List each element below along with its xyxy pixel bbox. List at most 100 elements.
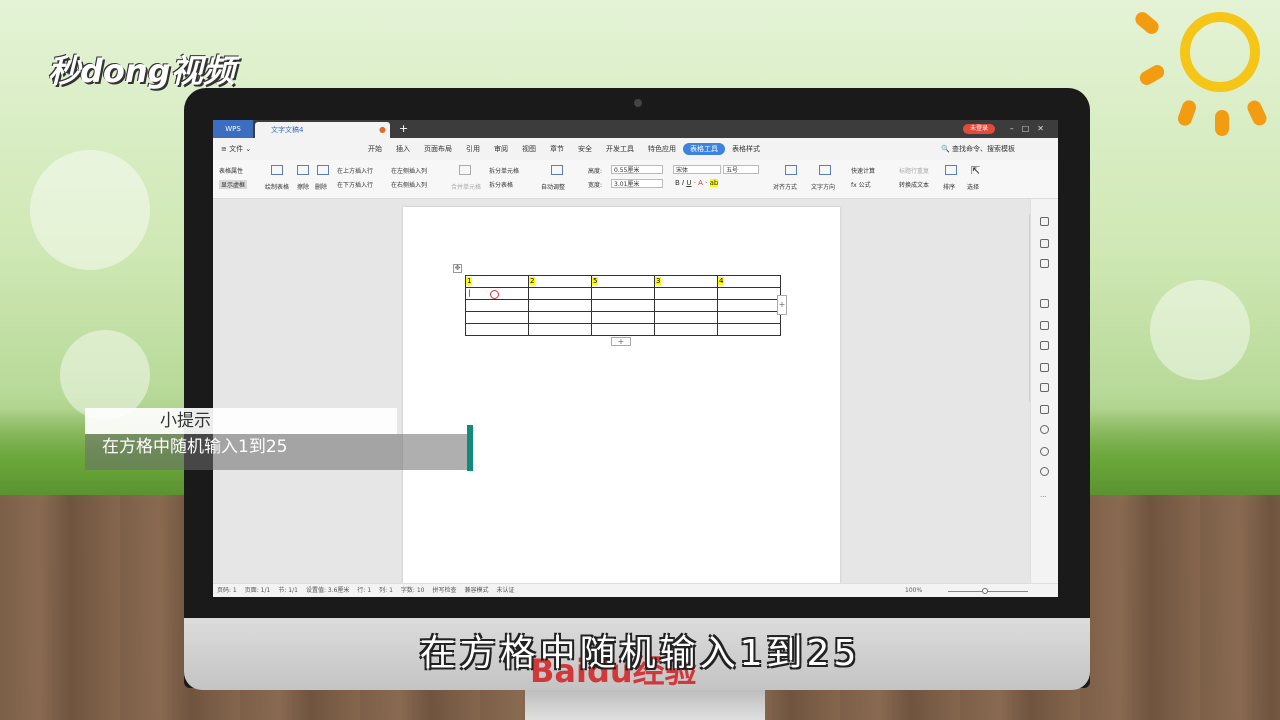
table-cell[interactable]: 5 [591,275,655,288]
font-size-select[interactable]: 五号 [723,165,759,174]
document-page[interactable]: ✥ 1 2 5 3 4 | + + [403,207,840,587]
font-name-select[interactable]: 宋体 [673,165,721,174]
split-cells-button[interactable]: 拆分单元格 [489,166,519,175]
table-properties-button[interactable]: 表格属性 [219,166,243,175]
status-items: 页码: 1 页面: 1/1 节: 1/1 设置值: 3.6厘米 行: 1 列: … [217,584,515,597]
table-cell[interactable] [654,323,718,336]
more-icon[interactable]: ··· [1040,494,1049,504]
login-button[interactable]: 未登录 [963,124,995,134]
table-cell[interactable]: 4 [717,275,781,288]
pointer-icon[interactable] [1040,239,1049,248]
new-tab-button[interactable]: + [399,120,408,138]
title-repeat-button[interactable]: 标题行重复 [899,166,929,175]
close-tab-icon[interactable]: ● [379,122,386,138]
split-table-button[interactable]: 拆分表格 [489,180,513,189]
quick-calc-button[interactable]: 快速计算 [851,166,875,175]
wps-home-tab[interactable]: WPS [213,120,253,138]
tab-features[interactable]: 特色应用 [641,138,683,160]
tab-developer[interactable]: 开发工具 [599,138,641,160]
table-cell[interactable]: 2 [528,275,592,288]
table-move-handle[interactable]: ✥ [453,264,462,273]
sort-button[interactable]: 排序 [943,182,955,191]
tab-table-tools[interactable]: 表格工具 [683,143,725,155]
tab-review[interactable]: 审阅 [487,138,515,160]
tab-view[interactable]: 视图 [515,138,543,160]
table-cell[interactable] [591,287,655,300]
spell-check-button[interactable]: 拼写检查 [433,584,457,597]
delete-button[interactable]: 删除 [315,182,327,191]
table-cell[interactable] [465,311,529,324]
shape-icon[interactable] [1040,259,1049,268]
table-cell[interactable] [465,323,529,336]
erase-button[interactable]: 擦除 [297,182,309,191]
table-cell[interactable] [528,311,592,324]
show-gridlines-toggle[interactable]: 显示虚框 [219,180,248,189]
status-wordcount[interactable]: 字数: 10 [401,584,425,597]
table-cell[interactable] [528,287,592,300]
zoom-slider[interactable] [948,591,1028,592]
table-cell[interactable] [717,287,781,300]
tab-security[interactable]: 安全 [571,138,599,160]
file-menu[interactable]: ≡ 文件 ⌄ [221,138,251,160]
insert-above-button[interactable]: 在上方插入行 [337,166,373,175]
link-icon[interactable] [1040,363,1049,372]
delete-icon [317,165,329,175]
table-cell[interactable] [654,299,718,312]
zoom-level[interactable]: 100% [905,584,922,597]
auto-fit-button[interactable]: 自动调整 [541,182,565,191]
insert-left-button[interactable]: 在左侧插入列 [391,166,427,175]
add-row-button[interactable]: + [611,337,631,346]
height-label: 高度: [588,168,603,175]
tab-references[interactable]: 引用 [459,138,487,160]
draw-table-button[interactable]: 绘制表格 [265,182,289,191]
tab-insert[interactable]: 插入 [389,138,417,160]
formula-button[interactable]: fx 公式 [851,180,871,189]
table-cell[interactable] [591,299,655,312]
convert-to-text-button[interactable]: 转换成文本 [899,180,929,189]
table-cell[interactable] [591,311,655,324]
table-cell[interactable] [465,299,529,312]
tab-chapter[interactable]: 章节 [543,138,571,160]
tab-table-style[interactable]: 表格样式 [725,138,767,160]
edit-icon[interactable] [1040,217,1049,226]
history-icon[interactable] [1040,447,1049,456]
document-table[interactable]: 1 2 5 3 4 | [465,275,781,336]
help-icon[interactable] [1040,467,1049,476]
table-cell[interactable] [654,311,718,324]
document-icon[interactable] [1040,299,1049,308]
table-cell[interactable] [528,299,592,312]
width-label: 宽度: [588,182,603,189]
document-tab[interactable]: 文字文稿4 ● [255,122,390,138]
sun-ray [1215,110,1229,136]
table-cell[interactable] [717,311,781,324]
tab-page-layout[interactable]: 页面布局 [417,138,459,160]
backup-icon[interactable] [1040,425,1049,434]
merge-cells-button[interactable]: 合并单元格 [451,182,481,191]
table-cell[interactable]: 1 [465,275,529,288]
command-search[interactable]: 🔍 查找命令、搜索模板 [941,138,1015,160]
height-input[interactable]: 0.55厘米 [611,165,663,174]
certification-status[interactable]: 未认证 [497,584,515,597]
table-cell[interactable] [654,287,718,300]
zoom-slider-thumb[interactable] [982,588,988,594]
width-input[interactable]: 3.01厘米 [611,179,663,188]
insert-below-button[interactable]: 在下方插入行 [337,180,373,189]
text-format-buttons[interactable]: B I U · A · ab [675,179,719,187]
table-cell[interactable] [528,323,592,336]
window-controls[interactable]: –□✕ [1010,120,1052,138]
layout-icon[interactable] [1040,383,1049,392]
tab-start[interactable]: 开始 [361,138,389,160]
add-column-button[interactable]: + [777,295,787,315]
table-cell[interactable] [717,323,781,336]
star-icon[interactable] [1040,321,1049,330]
share-icon[interactable] [1040,341,1049,350]
table-cell[interactable]: 3 [654,275,718,288]
align-button[interactable]: 对齐方式 [773,182,797,191]
table-cell[interactable] [717,299,781,312]
text-direction-button[interactable]: 文字方向 [811,182,835,191]
insert-right-button[interactable]: 在右侧插入列 [391,180,427,189]
image-icon[interactable] [1040,405,1049,414]
cell-value: 1 [466,277,473,285]
table-cell[interactable] [591,323,655,336]
select-button[interactable]: 选择 [967,182,979,191]
